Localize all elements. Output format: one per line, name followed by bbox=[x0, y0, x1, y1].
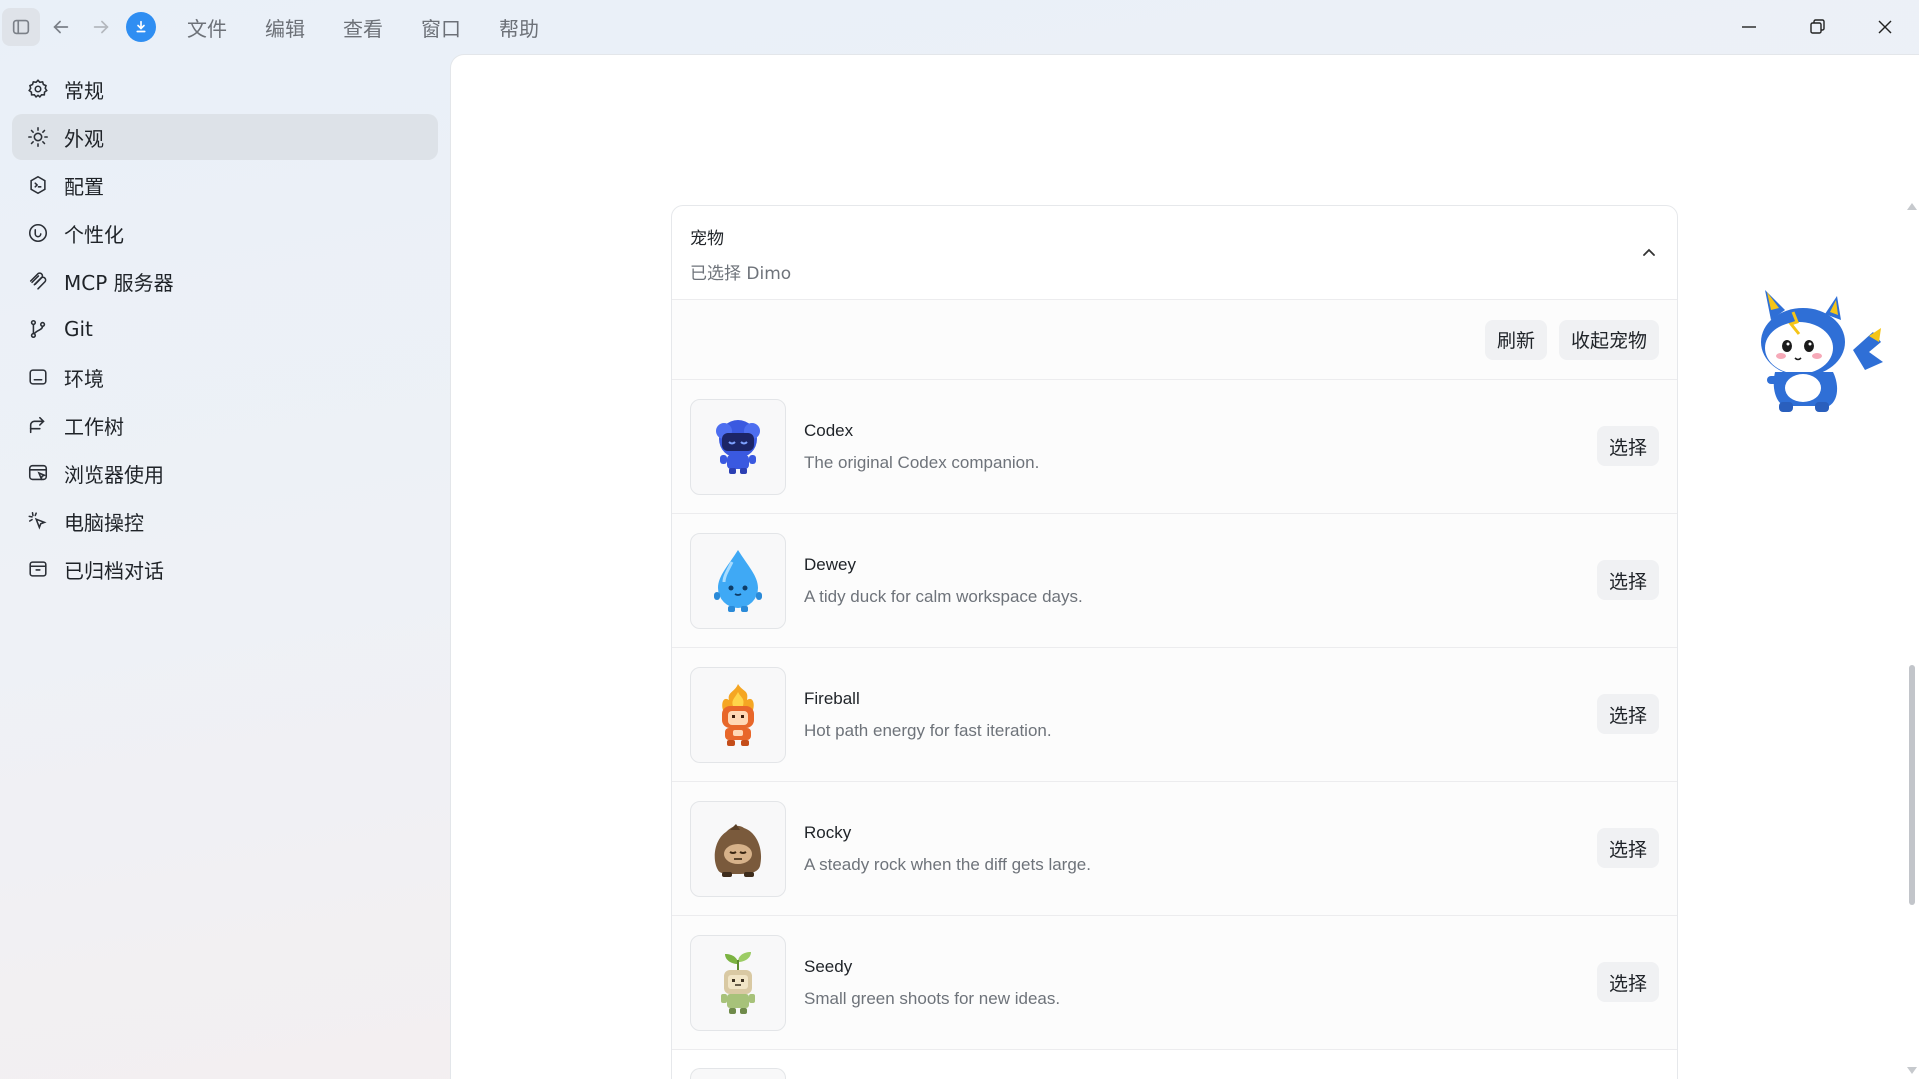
pet-row-partial bbox=[672, 1050, 1677, 1079]
pet-row-fireball: Fireball Hot path energy for fast iterat… bbox=[672, 648, 1677, 782]
sidebar-toggle-button[interactable] bbox=[2, 8, 40, 46]
sidebar-item-browser[interactable]: 浏览器使用 bbox=[12, 450, 438, 496]
pets-header[interactable]: 宠物 已选择 Dimo bbox=[672, 206, 1677, 300]
worktree-icon bbox=[26, 413, 50, 437]
sidebar-item-personalize[interactable]: 个性化 bbox=[12, 210, 438, 256]
rocky-pet-icon bbox=[690, 800, 786, 897]
mcp-icon bbox=[26, 269, 50, 293]
app-window: 文件 编辑 查看 窗口 帮助 常规 外观 配置 个性化 MCP 服务器 Git … bbox=[0, 0, 1919, 1079]
codex-pet-icon bbox=[690, 398, 786, 495]
sidebar-item-label: 外观 bbox=[64, 126, 104, 151]
sidebar-item-label: 电脑操控 bbox=[64, 510, 144, 535]
refresh-button[interactable]: 刷新 bbox=[1484, 319, 1547, 360]
pet-description: The original Codex companion. bbox=[804, 452, 1040, 472]
pet-row-dewey: Dewey A tidy duck for calm workspace day… bbox=[672, 514, 1677, 648]
pointer-icon bbox=[26, 509, 50, 533]
close-button[interactable] bbox=[1851, 0, 1919, 54]
select-rocky-button[interactable]: 选择 bbox=[1596, 828, 1659, 868]
sidebar-icon bbox=[12, 19, 30, 35]
pet-name: Codex bbox=[804, 420, 854, 440]
pet-name: Fireball bbox=[804, 688, 860, 708]
config-icon bbox=[26, 173, 50, 197]
personalize-icon bbox=[26, 221, 50, 245]
forward-button[interactable] bbox=[82, 8, 120, 46]
sidebar-item-label: 环境 bbox=[64, 366, 104, 391]
pets-selected-text: 已选择 Dimo bbox=[690, 264, 792, 284]
pet-name: Seedy bbox=[804, 956, 853, 976]
menu-view[interactable]: 查看 bbox=[324, 13, 402, 42]
menu-bar: 文件 编辑 查看 窗口 帮助 bbox=[168, 13, 558, 42]
seedy-pet-icon bbox=[690, 934, 786, 1031]
scroll-up-arrow[interactable] bbox=[1907, 203, 1917, 210]
title-bar: 文件 编辑 查看 窗口 帮助 bbox=[0, 0, 1919, 54]
pet-name: Dewey bbox=[804, 554, 856, 574]
chevron-up-icon[interactable] bbox=[1639, 242, 1659, 262]
dewey-pet-icon bbox=[690, 532, 786, 629]
sidebar-item-worktree[interactable]: 工作树 bbox=[12, 402, 438, 448]
pet-thumbnail bbox=[690, 1068, 786, 1079]
arrow-right-icon bbox=[93, 20, 109, 34]
sidebar-item-archived[interactable]: 已归档对话 bbox=[12, 546, 438, 592]
sidebar-item-label: 浏览器使用 bbox=[64, 462, 164, 487]
minimize-button[interactable] bbox=[1715, 0, 1783, 54]
menu-window[interactable]: 窗口 bbox=[402, 13, 480, 42]
pet-description: A steady rock when the diff gets large. bbox=[804, 854, 1091, 874]
restore-button[interactable] bbox=[1783, 0, 1851, 54]
terminal-icon bbox=[26, 365, 50, 389]
sun-icon bbox=[26, 125, 50, 149]
sidebar-item-config[interactable]: 配置 bbox=[12, 162, 438, 208]
browser-icon bbox=[26, 461, 50, 485]
main-panel: 宠物 已选择 Dimo 刷新 收起宠物 Codex The original C… bbox=[450, 54, 1919, 1079]
sidebar-item-label: 已归档对话 bbox=[64, 558, 164, 583]
arrow-left-icon bbox=[53, 20, 69, 34]
settings-sidebar: 常规 外观 配置 个性化 MCP 服务器 Git 环境 工作树 浏览器使用 电脑… bbox=[12, 66, 438, 594]
select-fireball-button[interactable]: 选择 bbox=[1596, 694, 1659, 734]
menu-edit[interactable]: 编辑 bbox=[246, 13, 324, 42]
sidebar-item-label: MCP 服务器 bbox=[64, 270, 174, 295]
sidebar-item-environment[interactable]: 环境 bbox=[12, 354, 438, 400]
scroll-down-arrow[interactable] bbox=[1907, 1067, 1917, 1074]
scrollbar-thumb[interactable] bbox=[1909, 665, 1915, 905]
back-button[interactable] bbox=[42, 8, 80, 46]
pet-row-seedy: Seedy Small green shoots for new ideas. … bbox=[672, 916, 1677, 1050]
pets-card: 宠物 已选择 Dimo 刷新 收起宠物 Codex The original C… bbox=[671, 205, 1678, 1079]
sidebar-item-mcp[interactable]: MCP 服务器 bbox=[12, 258, 438, 304]
menu-help[interactable]: 帮助 bbox=[480, 13, 558, 42]
sidebar-item-computer-control[interactable]: 电脑操控 bbox=[12, 498, 438, 544]
git-branch-icon bbox=[26, 317, 50, 341]
sidebar-item-label: 个性化 bbox=[64, 222, 124, 247]
fireball-pet-icon bbox=[690, 666, 786, 763]
sidebar-item-label: 配置 bbox=[64, 174, 104, 199]
gear-icon bbox=[26, 77, 50, 101]
sidebar-item-label: 常规 bbox=[64, 78, 104, 103]
sidebar-item-label: Git bbox=[64, 317, 93, 341]
sidebar-item-appearance[interactable]: 外观 bbox=[12, 114, 438, 160]
dimo-mascot-icon[interactable] bbox=[1741, 280, 1891, 420]
menu-file[interactable]: 文件 bbox=[168, 13, 246, 42]
pet-row-rocky: Rocky A steady rock when the diff gets l… bbox=[672, 782, 1677, 916]
collapse-pets-button[interactable]: 收起宠物 bbox=[1558, 319, 1659, 360]
sidebar-item-general[interactable]: 常规 bbox=[12, 66, 438, 112]
close-icon bbox=[1878, 20, 1892, 34]
sidebar-item-git[interactable]: Git bbox=[12, 306, 438, 352]
download-icon bbox=[136, 20, 146, 33]
pet-row-codex: Codex The original Codex companion. 选择 bbox=[672, 380, 1677, 514]
select-seedy-button[interactable]: 选择 bbox=[1596, 962, 1659, 1002]
minimize-icon bbox=[1742, 26, 1756, 28]
pet-name: Rocky bbox=[804, 822, 852, 842]
pets-toolbar: 刷新 收起宠物 bbox=[672, 300, 1677, 380]
pet-description: A tidy duck for calm workspace days. bbox=[804, 586, 1083, 606]
pets-title: 宠物 bbox=[690, 229, 724, 249]
sidebar-item-label: 工作树 bbox=[64, 414, 124, 439]
pet-description: Hot path energy for fast iteration. bbox=[804, 720, 1052, 740]
download-button[interactable] bbox=[126, 12, 156, 42]
archive-icon bbox=[26, 557, 50, 581]
pet-description: Small green shoots for new ideas. bbox=[804, 988, 1061, 1008]
window-controls bbox=[1715, 0, 1919, 54]
select-codex-button[interactable]: 选择 bbox=[1596, 426, 1659, 466]
select-dewey-button[interactable]: 选择 bbox=[1596, 560, 1659, 600]
restore-icon bbox=[1810, 19, 1825, 34]
